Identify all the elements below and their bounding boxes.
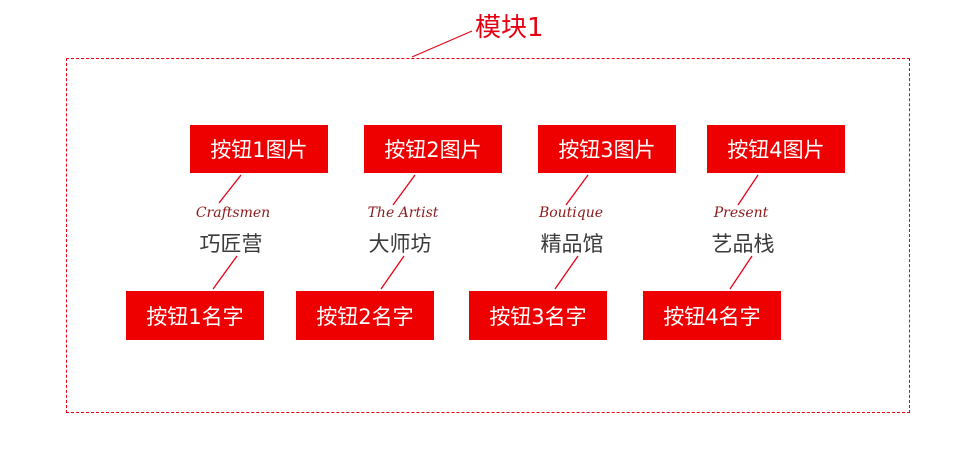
name-button-2[interactable]: 按钮2名字 [296, 291, 434, 340]
english-label-1: Craftsmen [195, 205, 271, 221]
english-label-3: Boutique [538, 205, 604, 221]
chinese-label-1: 巧匠营 [199, 232, 263, 256]
name-button-1[interactable]: 按钮1名字 [126, 291, 264, 340]
name-button-3[interactable]: 按钮3名字 [469, 291, 607, 340]
english-label-4: Present [713, 205, 769, 221]
image-button-4[interactable]: 按钮4图片 [707, 125, 845, 173]
chinese-label-4: 艺品栈 [711, 232, 775, 256]
chinese-label-3: 精品馆 [540, 232, 604, 256]
chinese-label-2: 大师坊 [368, 232, 432, 256]
name-button-4[interactable]: 按钮4名字 [643, 291, 781, 340]
module-title-leader-line [411, 30, 473, 58]
module-frame [66, 58, 910, 413]
image-button-1[interactable]: 按钮1图片 [190, 125, 328, 173]
module-title: 模块1 [475, 13, 544, 43]
image-button-3[interactable]: 按钮3图片 [538, 125, 676, 173]
english-label-2: The Artist [367, 205, 439, 221]
image-button-2[interactable]: 按钮2图片 [364, 125, 502, 173]
